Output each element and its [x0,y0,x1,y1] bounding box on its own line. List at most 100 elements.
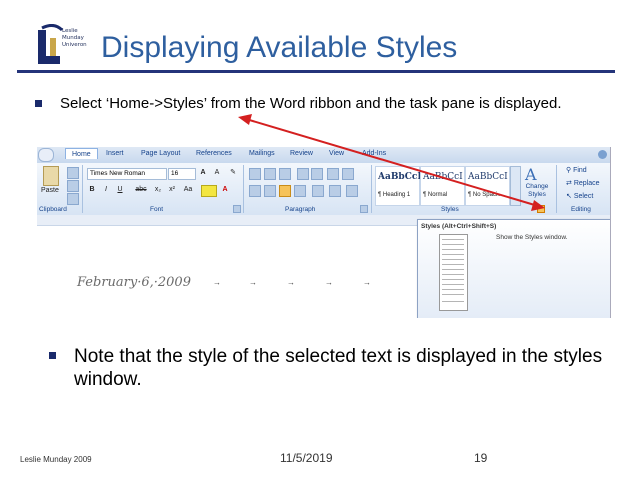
title-rule [17,70,615,73]
align-center-icon[interactable] [264,185,276,197]
group-separator [243,165,244,213]
find-button[interactable]: ⚲ Find [566,166,587,174]
footer-date: 11/5/2019 [280,451,333,465]
select-button[interactable]: ↖ Select [566,192,593,200]
group-separator [556,165,557,213]
clear-format-icon[interactable]: ✎ [227,168,239,178]
replace-icon: ⇄ [566,180,574,187]
style-sample: AaBbCcI [423,172,463,182]
subscript-icon[interactable]: x₂ [153,185,163,195]
select-label: Select [573,193,594,200]
style-no-spacing[interactable]: AaBbCcI ¶ No Spaci... [465,166,510,206]
tab-mark: → [249,278,257,287]
font-size-combo[interactable]: 16 [168,168,196,180]
bold-icon[interactable]: B [87,185,97,195]
font-dialog-launcher-icon[interactable] [233,205,241,213]
style-normal[interactable]: AaBbCcI ¶ Normal [420,166,465,206]
sort-icon[interactable] [327,168,339,180]
align-right-icon[interactable] [279,185,291,197]
align-left-icon[interactable] [249,185,261,197]
change-case-icon[interactable]: Aa [181,185,195,195]
tab-home[interactable]: Home [65,148,98,159]
word-screenshot: Home Insert Page Layout References Maili… [37,147,611,318]
change-styles-button[interactable]: Change Styles [521,183,553,199]
style-name: ¶ Heading 1 [378,192,411,198]
copy-icon[interactable] [67,180,79,192]
multilevel-list-icon[interactable] [279,168,291,180]
styles-pane-preview [439,234,468,311]
paste-button[interactable]: Paste [41,187,59,194]
bullets-icon[interactable] [249,168,261,180]
slide-title: Displaying Available Styles [101,31,458,64]
group-label-clipboard: Clipboard [39,206,67,213]
tab-mark: → [325,278,333,287]
underline-icon[interactable]: U [115,185,125,195]
bullet-text: Note that the style of the selected text… [74,346,603,390]
styles-dialog-launcher-icon[interactable] [537,205,545,213]
font-color-icon[interactable]: A [220,185,230,195]
change-styles-icon[interactable]: A [525,165,537,184]
grow-font-icon[interactable]: A [197,168,209,178]
group-label-styles: Styles [441,206,459,213]
replace-button[interactable]: ⇄ Replace [566,179,600,187]
strikethrough-icon[interactable]: abc [133,185,149,195]
styles-gallery-scroll[interactable] [510,166,521,206]
styles-tooltip: Styles (Alt+Ctrl+Shift+S) Show the Style… [417,219,610,318]
decrease-indent-icon[interactable] [297,168,309,180]
shading-icon[interactable] [329,185,341,197]
slide-number: 19 [474,451,488,465]
group-label-paragraph: Paragraph [285,206,316,213]
tab-mark: → [287,278,295,287]
ribbon-tab-bar: Home Insert Page Layout References Maili… [37,147,610,163]
tab-add-ins[interactable]: Add-Ins [362,150,386,157]
office-button[interactable] [38,148,54,162]
group-separator [371,165,372,213]
group-label-font: Font [150,206,164,213]
highlight-icon[interactable] [201,185,217,197]
paste-icon[interactable] [43,166,59,186]
select-icon: ↖ [566,193,574,200]
logo-line: Univeron [62,42,87,48]
show-marks-icon[interactable] [342,168,354,180]
logo-line: Munday [62,35,84,41]
group-label-editing: Editing [571,206,591,213]
tab-references[interactable]: References [196,150,232,157]
tab-mailings[interactable]: Mailings [249,150,275,157]
logo: Leslie Munday Univeron [36,24,98,72]
bullet-marker [35,100,42,107]
line-spacing-icon[interactable] [312,185,324,197]
tab-view[interactable]: View [329,150,344,157]
shrink-font-icon[interactable]: A [211,168,223,178]
borders-icon[interactable] [346,185,358,197]
tooltip-title: Styles (Alt+Ctrl+Shift+S) [421,223,497,230]
footer-author: Leslie Munday 2009 [20,455,92,464]
tab-page-layout[interactable]: Page Layout [141,150,180,157]
increase-indent-icon[interactable] [311,168,323,180]
tab-mark: → [363,278,371,287]
document-date-text: February·6,·2009 [77,275,191,290]
cut-icon[interactable] [67,167,79,179]
style-sample: AaBbCcI [468,172,508,182]
bullet-marker [49,352,56,359]
ribbon: Paste Clipboard Times New Roman 16 A A ✎… [37,163,610,216]
paragraph-dialog-launcher-icon[interactable] [360,205,368,213]
superscript-icon[interactable]: x² [167,185,177,195]
tooltip-description: Show the Styles window. [496,234,568,241]
replace-label: Replace [573,180,600,187]
italic-icon[interactable]: I [101,185,111,195]
format-painter-icon[interactable] [67,193,79,205]
bullet-text: Select ‘Home->Styles’ from the Word ribb… [60,95,562,112]
help-icon[interactable] [598,150,607,159]
numbering-icon[interactable] [264,168,276,180]
style-heading-1[interactable]: AaBbCcI ¶ Heading 1 [375,166,422,206]
style-name: ¶ Normal [423,192,448,198]
tab-insert[interactable]: Insert [106,150,124,157]
tab-mark: → [213,278,221,287]
tab-review[interactable]: Review [290,150,313,157]
justify-icon[interactable] [294,185,306,197]
font-name-combo[interactable]: Times New Roman [87,168,167,180]
find-label: Find [573,167,587,174]
logo-line: Leslie [62,28,78,34]
style-name: ¶ No Spaci... [468,192,503,198]
document-area[interactable]: February·6,·2009 → → → → → Styles (Alt+C… [37,215,610,318]
